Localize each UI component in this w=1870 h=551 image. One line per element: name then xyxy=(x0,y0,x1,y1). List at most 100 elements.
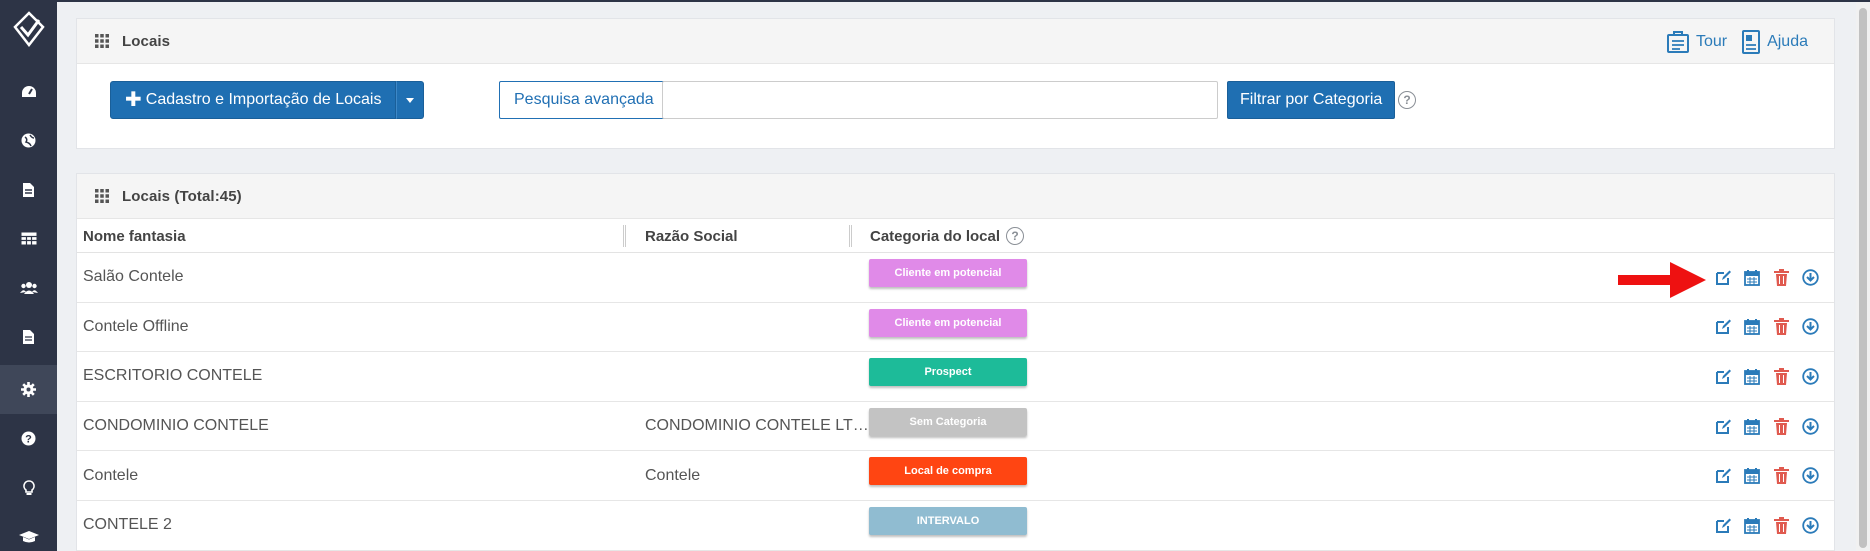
sidebar-item-help[interactable]: ? xyxy=(0,414,57,463)
logo-icon xyxy=(12,10,45,47)
cell-name: CONDOMINIO CONTELE xyxy=(83,417,269,435)
list-panel-head: Locais (Total:45) xyxy=(77,174,1834,219)
trash-icon[interactable] xyxy=(1772,367,1790,385)
search-input[interactable] xyxy=(662,81,1218,119)
header-panel-head: Locais Tour Ajuda xyxy=(77,19,1834,64)
column-header-company[interactable]: Razão Social xyxy=(645,219,738,253)
list-panel: Locais (Total:45) Nome fantasia Razão So… xyxy=(76,173,1835,551)
red-arrow-annotation xyxy=(1618,262,1706,298)
tour-label: Tour xyxy=(1695,32,1728,50)
trash-icon[interactable] xyxy=(1772,268,1790,286)
download-icon[interactable] xyxy=(1801,268,1819,286)
graduation-cap-icon xyxy=(18,530,39,542)
table-row[interactable]: Contele Contele Local de compra xyxy=(77,451,1834,501)
category-badge: Cliente em potencial xyxy=(869,308,1027,337)
calendar-icon[interactable] xyxy=(1743,367,1761,385)
trash-icon[interactable] xyxy=(1772,516,1790,534)
edit-icon[interactable] xyxy=(1714,516,1732,534)
calendar-icon[interactable] xyxy=(1743,516,1761,534)
sidebar-item-dashboard[interactable] xyxy=(0,67,57,116)
sidebar-item-globe[interactable] xyxy=(0,116,57,165)
calendar-icon[interactable] xyxy=(1743,268,1761,286)
edit-icon[interactable] xyxy=(1714,367,1732,385)
globe-icon xyxy=(21,133,36,148)
sidebar-item-training[interactable] xyxy=(0,512,57,551)
table-icon xyxy=(20,232,37,245)
row-actions xyxy=(1703,352,1819,401)
plus-icon: ✚ xyxy=(125,89,142,111)
column-header-category[interactable]: Categoria do local ? xyxy=(870,219,1025,253)
cell-company: Contele xyxy=(645,466,701,484)
edit-icon[interactable] xyxy=(1714,467,1732,485)
tour-link[interactable]: Tour xyxy=(1666,30,1727,54)
add-locations-button[interactable]: ✚ Cadastro e Importação de Locais xyxy=(110,81,397,119)
grid-icon xyxy=(95,34,109,48)
column-resizer[interactable] xyxy=(849,225,852,247)
filter-by-category-button[interactable]: Filtrar por Categoria xyxy=(1227,81,1396,119)
row-actions xyxy=(1703,253,1819,302)
users-icon xyxy=(19,281,38,294)
header-panel: Locais Tour Ajuda ✚ Cadastro e Importaçã… xyxy=(76,18,1835,149)
sidebar-item-table[interactable] xyxy=(0,214,57,263)
sidebar-item-file[interactable] xyxy=(0,312,57,361)
download-icon[interactable] xyxy=(1801,417,1819,435)
sidebar-item-settings[interactable] xyxy=(0,365,57,414)
help-label: Ajuda xyxy=(1767,32,1808,50)
sidebar-item-users[interactable] xyxy=(0,263,57,312)
list-title: Locais (Total:45) xyxy=(122,187,242,205)
edit-icon[interactable] xyxy=(1714,417,1732,435)
calendar-icon[interactable] xyxy=(1743,417,1761,435)
page-scrollbar[interactable] xyxy=(1856,2,1870,551)
calendar-icon[interactable] xyxy=(1743,318,1761,336)
top-border xyxy=(57,0,1870,2)
trash-icon[interactable] xyxy=(1772,467,1790,485)
row-actions xyxy=(1703,451,1819,500)
advanced-search-button[interactable]: Pesquisa avançada xyxy=(499,81,669,119)
sidebar: ? xyxy=(0,0,57,551)
trash-icon[interactable] xyxy=(1772,417,1790,435)
scrollbar-thumb[interactable] xyxy=(1859,8,1867,548)
dashboard-icon xyxy=(21,85,36,97)
row-actions xyxy=(1703,402,1819,451)
add-locations-label: Cadastro e Importação de Locais xyxy=(145,91,382,108)
filter-help-icon[interactable]: ? xyxy=(1398,91,1416,109)
table-row[interactable]: Contele Offline Cliente em potencial xyxy=(77,303,1834,353)
add-locations-button-group: ✚ Cadastro e Importação de Locais xyxy=(110,81,425,119)
document-icon xyxy=(23,182,34,197)
column-resizer[interactable] xyxy=(623,225,626,247)
column-header-category-label: Categoria do local xyxy=(870,227,1001,245)
page-title: Locais xyxy=(122,32,171,50)
app-logo[interactable] xyxy=(0,0,57,57)
table-row[interactable]: ESCRITORIO CONTELE Prospect xyxy=(77,352,1834,402)
download-icon[interactable] xyxy=(1801,467,1819,485)
table-header: Nome fantasia Razão Social Categoria do … xyxy=(77,219,1834,253)
column-header-name[interactable]: Nome fantasia xyxy=(83,219,186,253)
table-body: Salão Contele Cliente em potencial Contele… xyxy=(77,253,1834,551)
cell-company: CONDOMINIO CONTELE LT… xyxy=(645,417,869,435)
grid-icon xyxy=(95,189,109,203)
edit-icon[interactable] xyxy=(1714,268,1732,286)
category-help-icon[interactable]: ? xyxy=(1006,227,1025,245)
download-icon[interactable] xyxy=(1801,516,1819,534)
add-locations-dropdown-toggle[interactable] xyxy=(396,81,425,119)
help-link[interactable]: Ajuda xyxy=(1741,29,1808,54)
cell-name: CONTELE 2 xyxy=(83,516,172,534)
edit-icon[interactable] xyxy=(1714,318,1732,336)
table-row[interactable]: Salão Contele Cliente em potencial xyxy=(77,253,1834,303)
download-icon[interactable] xyxy=(1801,318,1819,336)
calendar-icon[interactable] xyxy=(1743,467,1761,485)
category-badge: Local de compra xyxy=(869,457,1027,486)
category-badge: INTERVALO xyxy=(869,506,1027,535)
category-badge: Sem Categoria xyxy=(869,407,1027,436)
lightbulb-icon xyxy=(22,479,35,495)
table-row[interactable]: CONDOMINIO CONTELE CONDOMINIO CONTELE LT…… xyxy=(77,402,1834,452)
svg-text:?: ? xyxy=(25,434,32,446)
cell-name: Salão Contele xyxy=(83,268,184,286)
cell-name: Contele Offline xyxy=(83,317,189,335)
sidebar-item-tips[interactable] xyxy=(0,463,57,512)
trash-icon[interactable] xyxy=(1772,318,1790,336)
download-icon[interactable] xyxy=(1801,367,1819,385)
sidebar-item-document[interactable] xyxy=(0,165,57,214)
gear-icon xyxy=(21,382,36,397)
table-row[interactable]: CONTELE 2 INTERVALO xyxy=(77,501,1834,551)
